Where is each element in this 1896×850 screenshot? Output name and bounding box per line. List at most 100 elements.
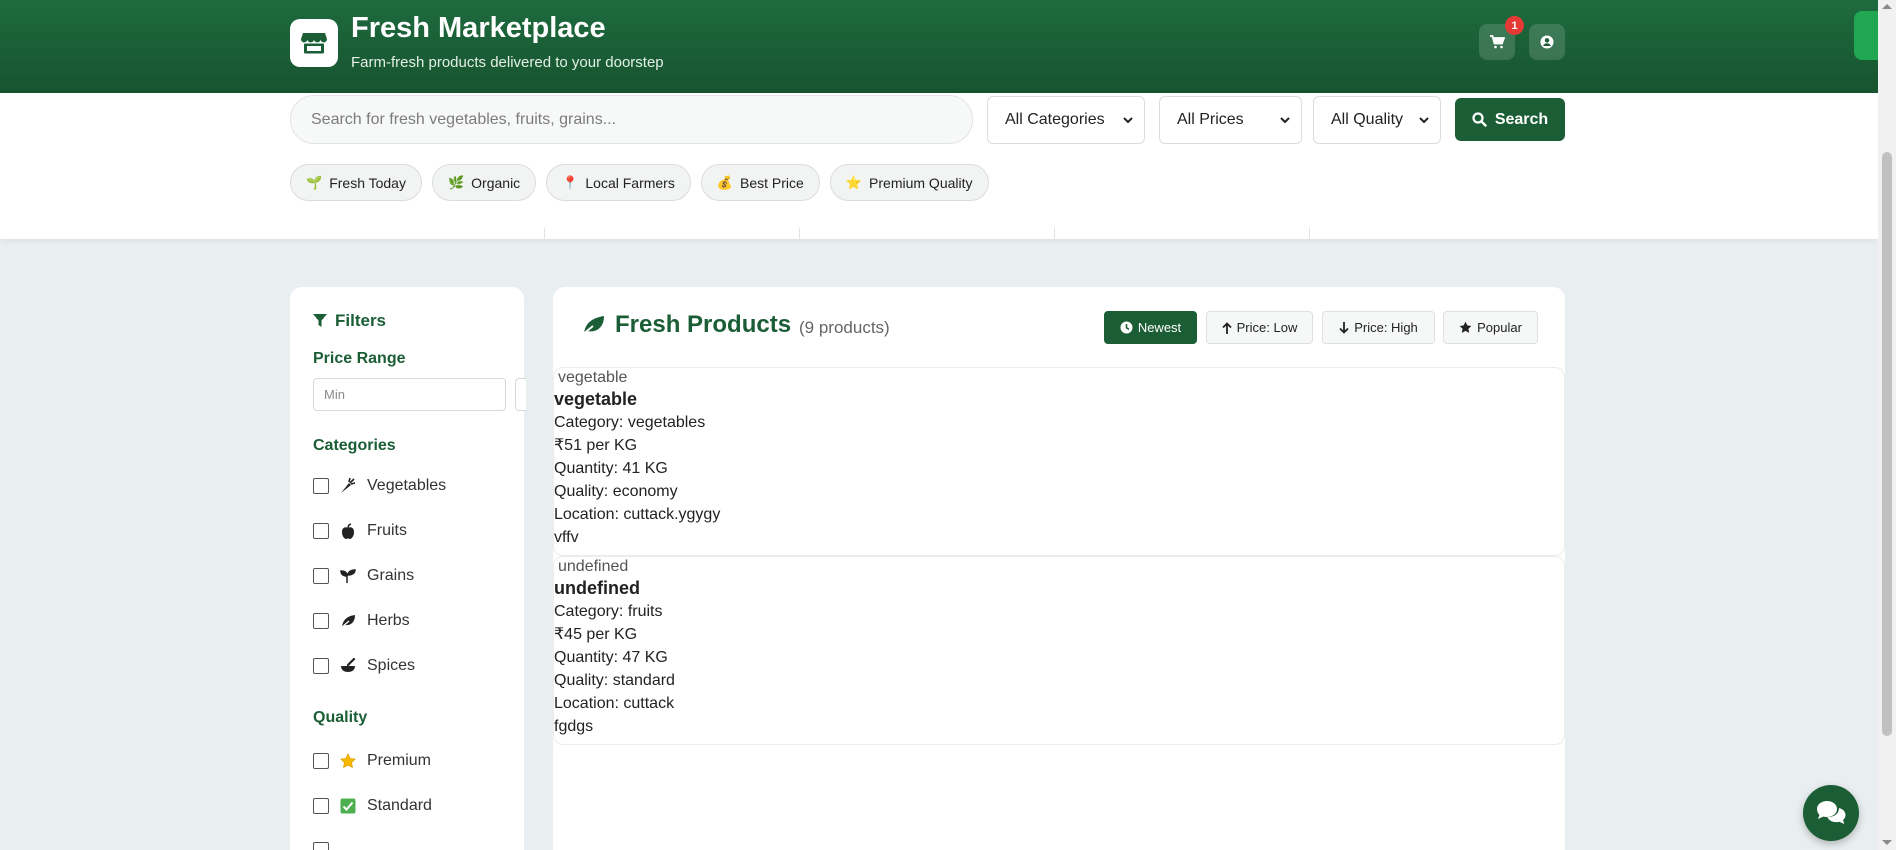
chip-label: Premium Quality [869, 174, 973, 191]
chevron-down-icon [1123, 117, 1133, 124]
search-input[interactable] [290, 95, 973, 144]
sort-label: Price: Low [1236, 320, 1298, 335]
chip-premium-quality[interactable]: ⭐ Premium Quality [829, 164, 989, 201]
leaf-icon [581, 316, 604, 336]
product-quantity: Quantity: 41 KG [554, 460, 668, 477]
check-box-icon [339, 798, 357, 814]
page-scrollbar[interactable] [1878, 0, 1896, 850]
chevron-down-icon [1419, 117, 1429, 124]
pin-icon: 📍 [562, 174, 579, 190]
apple-icon [339, 523, 357, 539]
checkbox[interactable] [313, 798, 329, 814]
product-price: ₹51 per KG [554, 437, 638, 454]
category-grains[interactable]: Grains [313, 567, 414, 585]
product-card[interactable]: undefined undefined Category: fruits ₹45… [553, 556, 1565, 745]
checkbox[interactable] [313, 568, 329, 584]
category-select[interactable]: All Categories [987, 96, 1145, 144]
product-description: fgdgs [554, 718, 594, 735]
chip-best-price[interactable]: 💰 Best Price [700, 164, 820, 201]
app-subtitle: Farm-fresh products delivered to your do… [351, 54, 664, 71]
chat-button[interactable] [1803, 785, 1859, 841]
cart-icon [1489, 35, 1505, 49]
checkbox[interactable] [313, 523, 329, 539]
search-button-label: Search [1494, 110, 1549, 128]
sort-popular-button[interactable]: Popular [1443, 311, 1538, 344]
scroll-down-arrow[interactable] [1882, 840, 1892, 845]
star-icon: ⭐ [845, 174, 863, 190]
product-location: Location: cuttack [554, 695, 675, 712]
clock-icon [1120, 321, 1133, 334]
checkbox[interactable] [313, 613, 329, 629]
chip-fresh-today[interactable]: 🌱 Fresh Today [290, 164, 422, 201]
category-fruits[interactable]: Fruits [313, 522, 407, 540]
product-description: vffv [554, 529, 579, 546]
chip-organic[interactable]: 🌿 Organic [431, 164, 537, 201]
cart-count-badge: 1 [1505, 16, 1524, 35]
product-price: ₹45 per KG [554, 626, 638, 643]
product-image: undefined [554, 557, 1564, 576]
category-herbs[interactable]: Herbs [313, 612, 410, 630]
app-title: Fresh Marketplace [351, 12, 606, 44]
product-name[interactable]: vegetable [554, 387, 1564, 411]
product-quality: Quality: economy [554, 483, 678, 500]
quality-standard[interactable]: Standard [313, 797, 432, 815]
leaf-icon [339, 613, 357, 629]
scrollbar-thumb[interactable] [1882, 152, 1892, 736]
product-image-alt: vegetable [558, 369, 628, 386]
quality-label: Standard [367, 797, 432, 814]
product-card[interactable]: vegetable vegetable Category: vegetables… [553, 367, 1565, 556]
seedling-icon [339, 568, 357, 584]
product-name[interactable]: undefined [554, 576, 1564, 600]
filter-icon [313, 314, 327, 327]
category-label: Herbs [367, 612, 410, 629]
sort-price-low-button[interactable]: Price: Low [1206, 311, 1313, 344]
sort-label: Popular [1477, 320, 1522, 335]
chip-label: Local Farmers [585, 174, 675, 191]
quality-label: Premium [367, 752, 432, 769]
checkbox[interactable] [313, 842, 329, 850]
chip-local-farmers[interactable]: 📍 Local Farmers [546, 164, 691, 201]
quality-heading: Quality [313, 709, 368, 726]
sort-price-high-button[interactable]: Price: High [1322, 311, 1435, 344]
category-label: Grains [367, 567, 415, 584]
category-spices[interactable]: Spices [313, 657, 415, 675]
chevron-down-icon [1280, 117, 1290, 124]
price-select-value: All Prices [1177, 111, 1244, 128]
product-category: Category: fruits [554, 603, 663, 620]
filters-title-text: Filters [335, 311, 387, 330]
price-select[interactable]: All Prices [1159, 96, 1302, 144]
quality-select[interactable]: All Quality [1313, 96, 1441, 144]
mortar-pestle-icon [339, 658, 357, 674]
sort-label: Price: High [1354, 320, 1418, 335]
leaf-icon: 🌿 [447, 174, 465, 190]
checkbox[interactable] [313, 753, 329, 769]
search-icon [1472, 112, 1487, 127]
quality-premium[interactable]: Premium [313, 752, 431, 770]
scroll-up-arrow[interactable] [1882, 4, 1892, 9]
header-action-button[interactable] [1854, 11, 1878, 60]
sort-label: Newest [1137, 320, 1182, 335]
carrot-icon [339, 478, 357, 494]
user-button[interactable] [1529, 24, 1565, 60]
products-title-text: Fresh Products [615, 311, 792, 338]
category-vegetables[interactable]: Vegetables [313, 477, 446, 495]
cart-button[interactable]: 1 [1479, 16, 1524, 60]
chip-label: Fresh Today [329, 174, 406, 191]
product-category: Category: vegetables [554, 414, 706, 431]
price-min-input[interactable] [313, 378, 506, 411]
sort-newest-button[interactable]: Newest [1104, 311, 1197, 344]
product-count: (9 products) [799, 318, 890, 337]
money-bag-icon: 💰 [716, 174, 734, 190]
search-button[interactable]: Search [1455, 98, 1565, 141]
store-icon[interactable] [290, 19, 338, 67]
product-image-alt: undefined [558, 558, 629, 575]
price-max-input[interactable] [515, 378, 526, 411]
checkbox[interactable] [313, 658, 329, 674]
products-panel: Fresh Products (9 products) Newest Price… [553, 287, 1565, 850]
categories-heading: Categories [313, 437, 396, 454]
filters-title: Filters [313, 311, 386, 331]
star-icon [1459, 321, 1472, 333]
quality-economy[interactable] [313, 842, 329, 850]
checkbox[interactable] [313, 478, 329, 494]
product-image: vegetable [554, 368, 1564, 387]
